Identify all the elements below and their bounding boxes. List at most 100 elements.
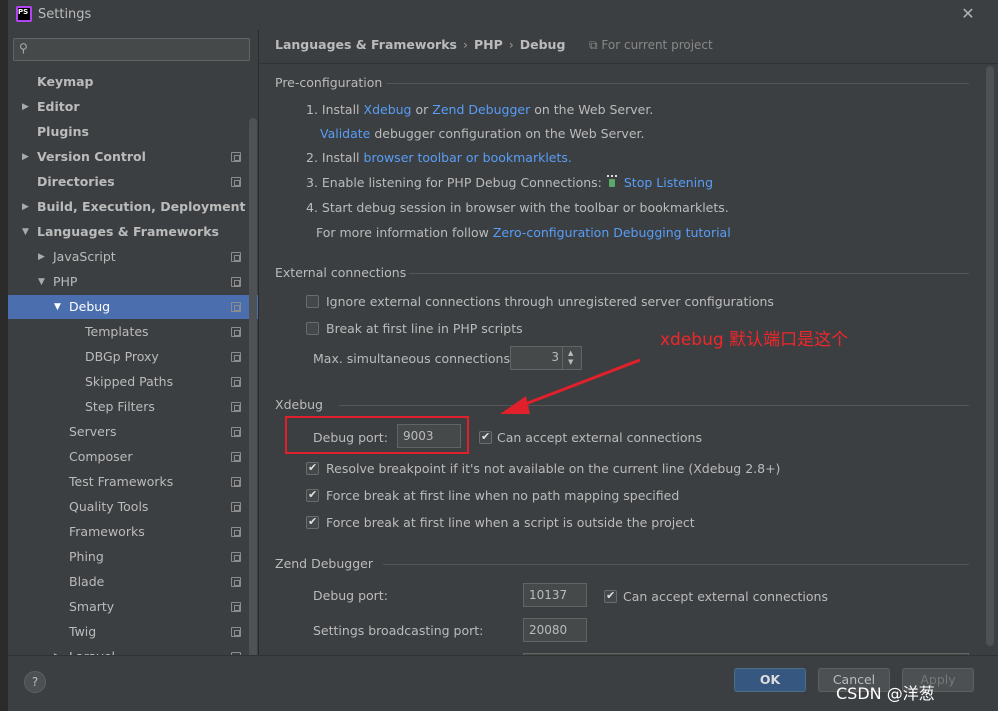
sidebar-item-label: Phing bbox=[69, 549, 104, 564]
chevron-right-icon[interactable]: ▶ bbox=[54, 645, 61, 655]
sidebar-item-build[interactable]: ▶ Build, Execution, Deployment bbox=[8, 195, 258, 219]
validate-line: Validate debugger configuration on the W… bbox=[320, 126, 644, 141]
ignore-external-checkbox[interactable] bbox=[306, 295, 319, 308]
sidebar-item-composer[interactable]: Composer bbox=[8, 445, 258, 469]
project-scope-icon bbox=[231, 352, 241, 362]
force-break-outside-checkbox[interactable] bbox=[306, 515, 319, 529]
resolve-breakpoint-checkbox[interactable] bbox=[306, 461, 319, 475]
project-scope-icon bbox=[231, 402, 241, 412]
listening-phone-icon[interactable] bbox=[606, 175, 620, 189]
chevron-right-icon[interactable]: ▶ bbox=[22, 195, 29, 219]
zend-accept-external-checkbox[interactable] bbox=[604, 589, 617, 603]
sidebar-item-javascript[interactable]: ▶ JavaScript bbox=[8, 245, 258, 269]
section-divider bbox=[386, 83, 969, 84]
chevron-down-icon[interactable]: ▼ bbox=[22, 220, 29, 244]
breadcrumb-item[interactable]: Languages & Frameworks bbox=[275, 37, 457, 52]
chevron-right-icon[interactable]: ▶ bbox=[38, 245, 45, 269]
background-edge bbox=[0, 0, 8, 711]
sidebar-item-php[interactable]: ▼ PHP bbox=[8, 270, 258, 294]
zero-config-tutorial-link[interactable]: Zero-configuration Debugging tutorial bbox=[493, 225, 731, 240]
window-title: Settings bbox=[38, 7, 92, 22]
project-scope-icon bbox=[231, 577, 241, 587]
project-scope-icon bbox=[231, 152, 241, 162]
browser-toolbar-link[interactable]: browser toolbar or bookmarklets. bbox=[364, 150, 572, 165]
sidebar-item-label: Keymap bbox=[37, 74, 94, 89]
settings-content: Languages & Frameworks › PHP › Debug ⧉ For c… bbox=[259, 30, 998, 657]
project-scope-icon bbox=[231, 627, 241, 637]
project-scope-icon bbox=[231, 302, 241, 312]
search-input[interactable] bbox=[36, 40, 246, 59]
sidebar-item-templates[interactable]: Templates bbox=[8, 320, 258, 344]
chevron-right-icon[interactable]: ▶ bbox=[22, 145, 29, 169]
sidebar-item-plugins[interactable]: Plugins bbox=[8, 120, 258, 144]
watermark: CSDN @洋葱 bbox=[836, 684, 935, 703]
zend-port-input[interactable] bbox=[523, 583, 587, 607]
sidebar-item-test-frameworks[interactable]: Test Frameworks bbox=[8, 470, 258, 494]
breadcrumb: Languages & Frameworks › PHP › Debug bbox=[275, 37, 565, 52]
sidebar-item-smarty[interactable]: Smarty bbox=[8, 595, 258, 619]
sidebar-item-dbgp-proxy[interactable]: DBGp Proxy bbox=[8, 345, 258, 369]
step-2-prefix: 2. Install bbox=[306, 150, 360, 165]
sidebar-item-label: Plugins bbox=[37, 124, 89, 139]
sidebar-item-version-control[interactable]: ▶ Version Control bbox=[8, 145, 258, 169]
step-3: 3. Enable listening for PHP Debug Connec… bbox=[306, 175, 713, 190]
sidebar-item-label: JavaScript bbox=[53, 249, 116, 264]
sidebar-item-servers[interactable]: Servers bbox=[8, 420, 258, 444]
more-info-line: For more information follow Zero-configu… bbox=[316, 225, 731, 240]
breadcrumb-item[interactable]: PHP bbox=[474, 37, 503, 52]
title-bar: PS Settings ✕ bbox=[8, 0, 998, 30]
step-2: 2. Install browser toolbar or bookmarkle… bbox=[306, 150, 572, 165]
force-break-mapping-checkbox[interactable] bbox=[306, 488, 319, 502]
sidebar-item-label: Quality Tools bbox=[69, 499, 149, 514]
sidebar-item-step-filters[interactable]: Step Filters bbox=[8, 395, 258, 419]
sidebar-item-blade[interactable]: Blade bbox=[8, 570, 258, 594]
breadcrumb-separator: › bbox=[462, 37, 468, 52]
zend-accept-external-label: Can accept external connections bbox=[623, 589, 828, 604]
chevron-right-icon[interactable]: ▶ bbox=[22, 95, 29, 119]
phpstorm-logo-icon: PS bbox=[16, 6, 32, 22]
breadcrumb-item: Debug bbox=[519, 37, 566, 52]
ok-button[interactable]: OK bbox=[734, 668, 806, 692]
sidebar-item-frameworks[interactable]: Frameworks bbox=[8, 520, 258, 544]
sidebar-item-editor[interactable]: ▶ Editor bbox=[8, 95, 258, 119]
settings-dialog: PS Settings ✕ ⚲ Keymap ▶ Editor Plugins … bbox=[8, 0, 998, 711]
broadcast-port-input[interactable] bbox=[523, 618, 587, 642]
sidebar-item-phing[interactable]: Phing bbox=[8, 545, 258, 569]
sidebar-item-directories[interactable]: Directories bbox=[8, 170, 258, 194]
step-3-text: 3. Enable listening for PHP Debug Connec… bbox=[306, 175, 602, 190]
xdebug-link[interactable]: Xdebug bbox=[364, 102, 412, 117]
sidebar-item-twig[interactable]: Twig bbox=[8, 620, 258, 644]
validate-link[interactable]: Validate bbox=[320, 126, 370, 141]
project-scope-icon: ⧉ bbox=[589, 38, 598, 52]
zend-debugger-link[interactable]: Zend Debugger bbox=[432, 102, 530, 117]
content-scrollbar[interactable] bbox=[986, 66, 994, 646]
settings-search[interactable]: ⚲ bbox=[13, 38, 250, 61]
project-scope-icon bbox=[231, 427, 241, 437]
sidebar-item-quality-tools[interactable]: Quality Tools bbox=[8, 495, 258, 519]
chevron-down-icon[interactable]: ▼ bbox=[38, 270, 45, 294]
spinner-down-icon[interactable]: ▼ bbox=[568, 358, 573, 366]
project-scope-icon bbox=[231, 327, 241, 337]
close-icon[interactable]: ✕ bbox=[958, 4, 978, 24]
spinner-up-icon[interactable]: ▲ bbox=[568, 349, 573, 357]
sidebar-item-label: Laravel bbox=[69, 645, 115, 655]
break-first-line-checkbox[interactable] bbox=[306, 322, 319, 335]
sidebar-item-languages-frameworks[interactable]: ▼ Languages & Frameworks bbox=[8, 220, 258, 244]
max-connections-spinner[interactable]: 3 ▲ ▼ bbox=[510, 346, 582, 370]
stop-listening-link[interactable]: Stop Listening bbox=[624, 175, 713, 190]
step-1-prefix: 1. Install bbox=[306, 102, 360, 117]
sidebar-item-skipped-paths[interactable]: Skipped Paths bbox=[8, 370, 258, 394]
header-divider bbox=[259, 63, 998, 64]
scope-label: ⧉ For current project bbox=[589, 38, 713, 53]
ignore-external-label: Ignore external connections through unre… bbox=[326, 294, 774, 309]
sidebar-item-label: Blade bbox=[69, 574, 105, 589]
sidebar-scrollbar[interactable] bbox=[249, 118, 257, 658]
xdebug-accept-external-checkbox[interactable] bbox=[479, 430, 492, 444]
chevron-down-icon[interactable]: ▼ bbox=[54, 295, 61, 319]
help-button[interactable]: ? bbox=[24, 671, 46, 693]
sidebar-item-debug[interactable]: ▼ Debug bbox=[8, 295, 258, 319]
sidebar-item-label: Build, Execution, Deployment bbox=[37, 199, 246, 214]
sidebar-item-laravel[interactable]: ▶ Laravel bbox=[8, 645, 258, 655]
xdebug-accept-external-label: Can accept external connections bbox=[497, 430, 702, 445]
sidebar-item-keymap[interactable]: Keymap bbox=[8, 70, 258, 94]
